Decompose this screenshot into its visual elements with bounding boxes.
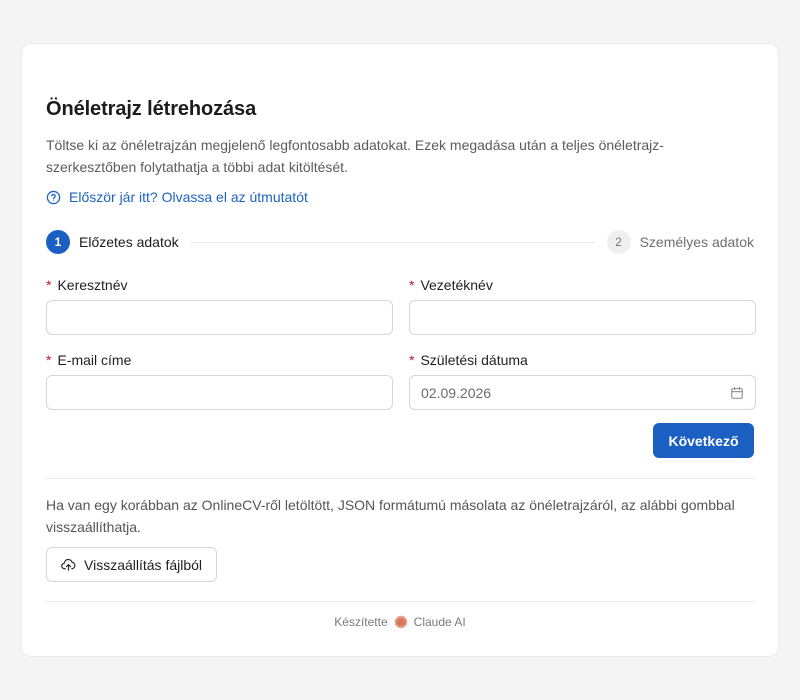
guide-link-text: Először jár itt? Olvassa el az útmutatót <box>69 189 308 205</box>
question-circle-icon <box>46 190 61 205</box>
step-number: 1 <box>46 230 70 254</box>
step-connector <box>190 241 595 243</box>
email-input[interactable] <box>46 375 393 410</box>
birth-date-label: Születési dátuma <box>420 352 528 368</box>
calendar-icon[interactable] <box>730 386 744 400</box>
page-title: Önéletrajz létrehozása <box>46 98 257 120</box>
stepper: 1 Előzetes adatok 2 Személyes adatok <box>46 230 754 254</box>
required-mark: * <box>46 277 52 293</box>
divider <box>46 478 754 479</box>
intro-text: Töltse ki az önéletrajzán megjelenő legf… <box>46 137 664 175</box>
birth-date-value: 02.09.2026 <box>421 384 492 401</box>
first-name-label: Keresztnév <box>57 277 128 293</box>
restore-button-label: Visszaállítás fájlból <box>84 556 203 573</box>
step-personal-data[interactable]: 2 Személyes adatok <box>606 230 754 254</box>
email-label: E-mail címe <box>57 352 132 368</box>
last-name-field: * Vezetéknév <box>409 276 756 335</box>
made-by-text: Készítette <box>334 615 388 629</box>
restore-from-file-button[interactable]: Visszaállítás fájlból <box>46 547 218 582</box>
next-button[interactable]: Következő <box>653 423 754 458</box>
birth-date-input[interactable]: 02.09.2026 <box>409 375 756 410</box>
guide-link[interactable]: Először jár itt? Olvassa el az útmutatót <box>46 189 308 205</box>
last-name-input[interactable] <box>409 300 756 335</box>
last-name-label: Vezetéknév <box>420 277 493 293</box>
cloud-upload-icon <box>61 557 76 572</box>
footer-divider <box>46 601 754 602</box>
claude-logo-icon <box>394 615 408 629</box>
email-field: * E-mail címe <box>46 351 393 410</box>
restore-info-text: Ha van egy korábban az OnlineCV-ről letö… <box>46 497 735 535</box>
footer: Készítette Claude AI <box>46 615 754 629</box>
first-name-field: * Keresztnév <box>46 276 393 335</box>
step-label: Személyes adatok <box>639 234 754 250</box>
birth-date-field: * Születési dátuma 02.09.2026 <box>409 351 756 410</box>
step-label: Előzetes adatok <box>79 234 179 250</box>
cv-form-card: Önéletrajz létrehozása Töltse ki az önél… <box>21 43 779 657</box>
required-mark: * <box>409 277 415 293</box>
first-name-input[interactable] <box>46 300 393 335</box>
step-number: 2 <box>606 230 631 254</box>
brand-name: Claude AI <box>413 615 466 629</box>
step-preliminary-data[interactable]: 1 Előzetes adatok <box>46 230 179 254</box>
required-mark: * <box>46 352 52 368</box>
required-mark: * <box>409 352 415 368</box>
